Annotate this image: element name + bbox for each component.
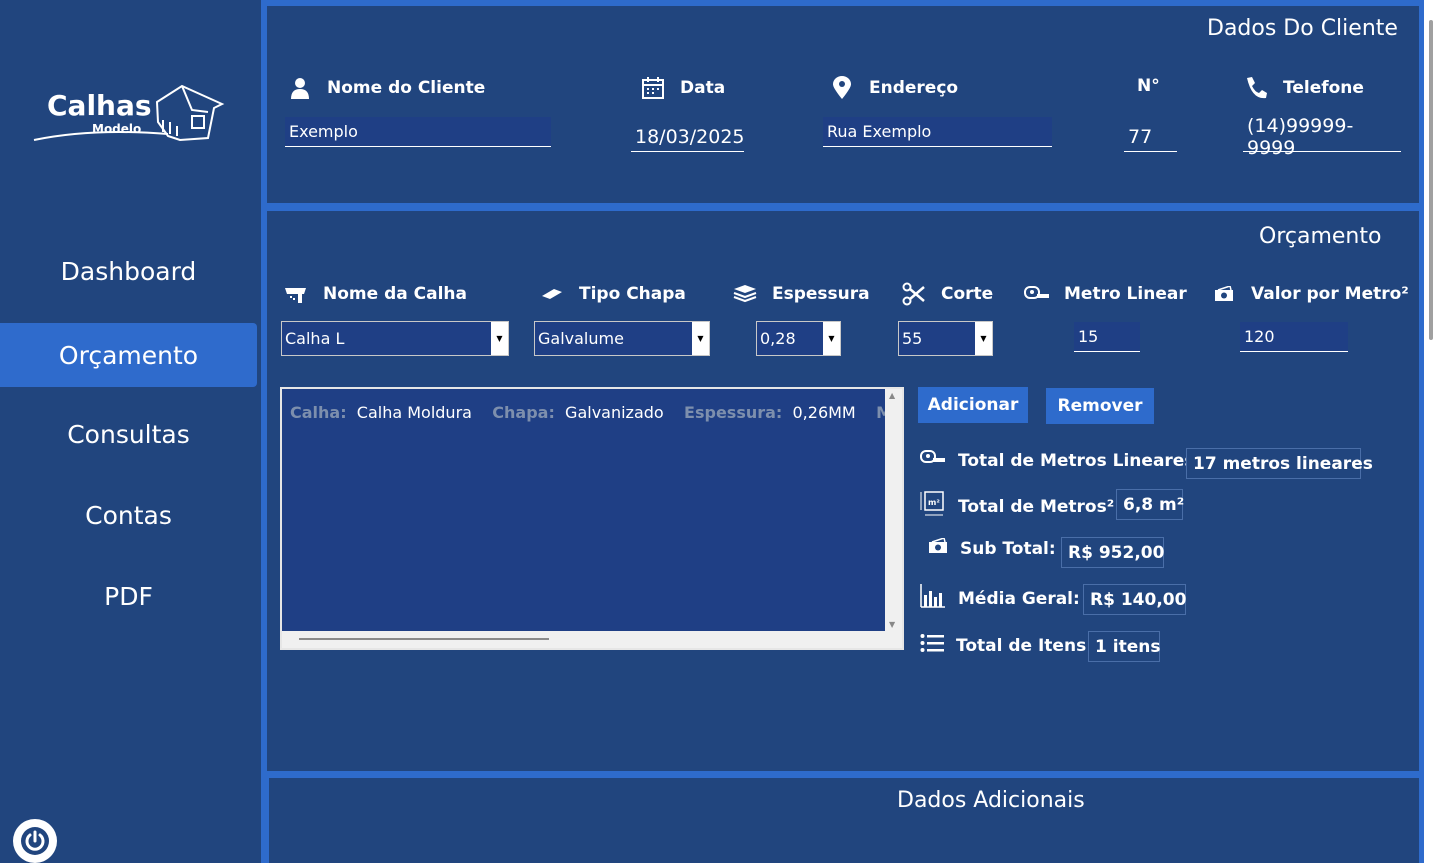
- nav-pdf[interactable]: PDF: [0, 564, 257, 628]
- horizontal-scrollbar[interactable]: [282, 631, 887, 648]
- power-icon: [21, 827, 49, 855]
- itens-listbox[interactable]: Calha: Calha Moldura Chapa: Galvanizado …: [280, 387, 904, 650]
- media-geral-label: Média Geral:: [920, 583, 1080, 614]
- media-geral-value: R$ 140,00: [1083, 584, 1186, 615]
- chevron-down-icon[interactable]: ▼: [975, 322, 992, 355]
- espessura-select[interactable]: 0,28 ▼: [756, 321, 841, 356]
- sub-total-value: R$ 952,00: [1061, 537, 1164, 568]
- page-scrollbar[interactable]: [1424, 0, 1438, 863]
- scroll-thumb[interactable]: [299, 638, 549, 640]
- nome-cliente-input[interactable]: Exemplo: [285, 117, 551, 147]
- metro-linear-label: Metro Linear: [1024, 282, 1187, 306]
- power-button[interactable]: [13, 819, 57, 863]
- page-scroll-thumb[interactable]: [1429, 20, 1433, 340]
- total-metros2-label: m² Total de Metros² :: [920, 491, 1127, 522]
- money-icon: [928, 537, 948, 559]
- telefone-label: Telefone: [1243, 76, 1364, 100]
- chevron-down-icon[interactable]: ▼: [823, 322, 840, 355]
- calendar-icon: [640, 76, 666, 100]
- total-metros2-value: 6,8 m²: [1116, 489, 1184, 520]
- layers-icon: [732, 282, 758, 306]
- data-label: Data: [640, 76, 725, 100]
- remover-button[interactable]: Remover: [1046, 388, 1154, 424]
- chevron-down-icon[interactable]: ▼: [692, 322, 709, 355]
- sheet-icon: [539, 282, 565, 306]
- tape-measure-icon: [920, 449, 946, 472]
- logo-subtitle: Modelo: [92, 122, 142, 136]
- metro-linear-input[interactable]: 15: [1074, 322, 1140, 352]
- nav-consultas[interactable]: Consultas: [0, 402, 257, 466]
- logo-title: Calhas: [47, 89, 152, 122]
- adicionais-panel: [269, 778, 1419, 863]
- chart-bars-icon: [920, 583, 946, 614]
- scroll-down-icon[interactable]: ▼: [889, 620, 895, 629]
- orcamento-title: Orçamento: [1259, 224, 1382, 249]
- total-metros-lineares-value: 17 metros lineares: [1186, 448, 1373, 479]
- svg-text:m²: m²: [928, 498, 940, 507]
- list-item[interactable]: Calha: Calha Moldura Chapa: Galvanizado …: [290, 403, 887, 422]
- money-icon: [1211, 282, 1237, 306]
- vertical-scrollbar[interactable]: ▲ ▼: [885, 389, 902, 648]
- adicionais-title: Dados Adicionais: [897, 788, 1085, 813]
- sub-total-label: Sub Total:: [928, 537, 1056, 559]
- valor-metro-label: Valor por Metro²: [1211, 282, 1409, 306]
- list-icon: [920, 633, 944, 658]
- corte-select[interactable]: 55 ▼: [898, 321, 993, 356]
- scissors-icon: [901, 282, 927, 306]
- chapa-select[interactable]: Galvalume ▼: [534, 321, 710, 356]
- cliente-title: Dados Do Cliente: [1207, 16, 1398, 41]
- endereco-input[interactable]: Rua Exemplo: [823, 117, 1052, 147]
- location-pin-icon: [829, 76, 855, 100]
- nav-contas[interactable]: Contas: [0, 483, 257, 547]
- tape-measure-icon: [1024, 282, 1050, 306]
- area-m2-icon: m²: [920, 491, 946, 522]
- valor-metro-input[interactable]: 120: [1240, 322, 1348, 352]
- adicionar-button[interactable]: Adicionar: [918, 387, 1028, 423]
- chevron-down-icon[interactable]: ▼: [491, 322, 508, 355]
- telefone-input[interactable]: (14)99999-9999: [1243, 115, 1401, 159]
- numero-input[interactable]: 77: [1124, 122, 1177, 152]
- gutter-icon: [283, 282, 309, 306]
- nav-dashboard[interactable]: Dashboard: [0, 239, 257, 303]
- endereco-label: Endereço: [829, 76, 958, 100]
- total-itens-value: 1 itens: [1088, 631, 1160, 662]
- tipo-chapa-label: Tipo Chapa: [539, 282, 686, 306]
- scroll-up-icon[interactable]: ▲: [889, 391, 895, 400]
- nav-orcamento[interactable]: Orçamento: [0, 323, 257, 387]
- total-itens-label: Total de Itens:: [920, 633, 1093, 658]
- nome-calha-label: Nome da Calha: [283, 282, 467, 306]
- calha-select[interactable]: Calha L ▼: [281, 321, 509, 356]
- nome-cliente-label: Nome do Cliente: [287, 76, 485, 100]
- logo: Calhas Modelo: [32, 82, 227, 152]
- phone-icon: [1243, 76, 1269, 100]
- numero-label: N°: [1137, 76, 1160, 96]
- total-metros-lineares-label: Total de Metros Lineares:: [920, 449, 1201, 472]
- espessura-label: Espessura: [732, 282, 870, 306]
- sidebar: Calhas Modelo Dashboard Orçamento Consul…: [0, 0, 261, 863]
- user-icon: [287, 76, 313, 100]
- data-input[interactable]: 18/03/2025: [631, 122, 745, 152]
- corte-label: Corte: [901, 282, 993, 306]
